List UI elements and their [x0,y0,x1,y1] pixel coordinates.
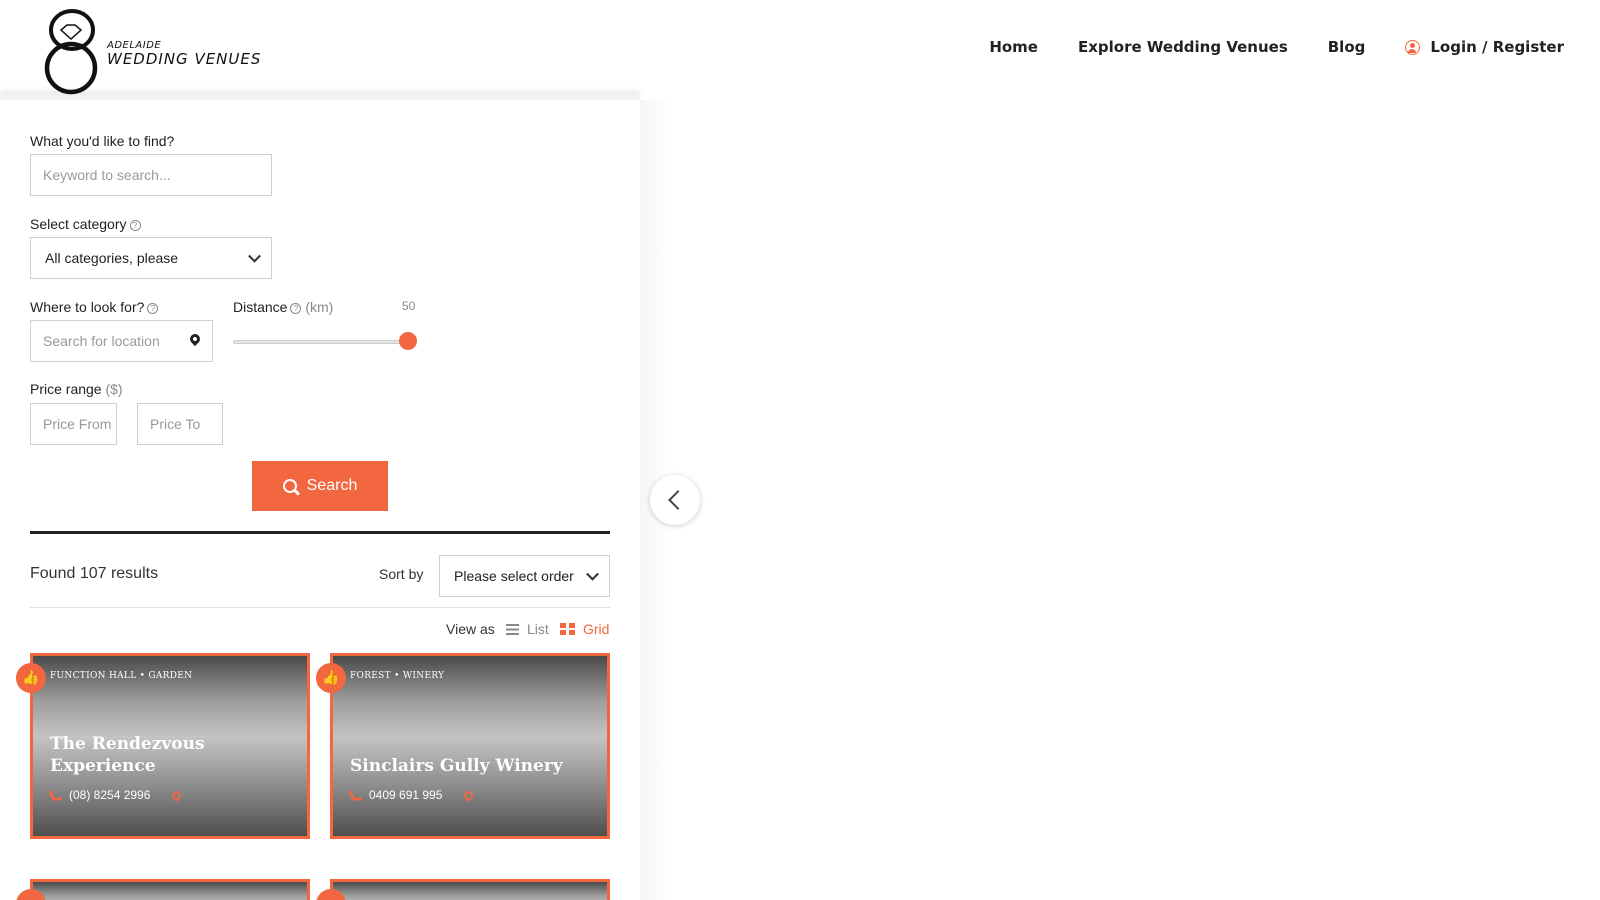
help-icon[interactable]: ? [290,303,302,314]
view-grid-label: Grid [583,621,610,637]
listing-categories: FUNCTION HALL • GARDEN [50,671,193,681]
listing-phone-number: (08) 8254 2996 [69,788,151,802]
listing-phone-number: 0409 691 995 [369,788,443,802]
divider [30,531,610,534]
listing-card[interactable] [30,879,310,900]
distance-value: 50 [402,299,416,313]
price-to-placeholder: Price To [150,416,201,432]
listing-categories: FOREST • WINERY [350,671,445,681]
listing-phone[interactable]: (08) 8254 2996 [49,788,184,802]
keyword-placeholder: Keyword to search... [43,167,171,183]
map-pin-icon[interactable] [462,788,476,802]
phone-icon [349,788,362,802]
distance-slider[interactable] [233,340,408,344]
price-unit: ($) [105,381,123,397]
thumbs-up-icon[interactable]: 👍 [316,663,346,693]
sort-select[interactable]: Please select order [439,555,610,597]
search-icon [282,479,297,493]
nav-login-register[interactable]: Login / Register [1405,38,1564,56]
collapse-panel-button[interactable] [650,475,700,525]
listing-card[interactable]: FUNCTION HALL • GARDEN The Rendezvous Ex… [30,653,310,839]
listing-title[interactable]: Sinclairs Gully Winery [350,755,600,777]
category-label: Select category? [30,216,141,232]
price-label: Price range ($) [30,381,123,397]
divider [30,607,610,608]
location-label: Where to look for?? [30,299,159,315]
sort-label: Sort by [379,566,424,582]
category-value: All categories, please [45,250,179,266]
login-label: Login / Register [1430,38,1564,56]
listing-title[interactable]: The Rendezvous Experience [50,733,300,777]
location-placeholder: Search for location [43,333,160,349]
help-icon[interactable]: ? [129,220,141,231]
price-to-input[interactable]: Price To [137,403,223,445]
keyword-input[interactable]: Keyword to search... [30,154,272,196]
thumbs-up-icon[interactable]: 👍 [16,663,46,693]
view-grid-toggle[interactable]: Grid [560,621,609,637]
category-select[interactable]: All categories, please [30,237,272,279]
view-list-label: List [527,621,549,637]
list-icon [506,623,519,635]
results-count: Found 107 results [30,565,159,582]
view-as-label: View as [446,621,495,637]
distance-label-text: Distance [233,299,288,315]
location-label-text: Where to look for? [30,299,145,315]
listing-card[interactable]: FOREST • WINERY Sinclairs Gully Winery 0… [330,653,610,839]
location-input[interactable]: Search for location [30,320,213,362]
nav-explore-venues[interactable]: Explore Wedding Venues [1078,38,1288,56]
grid-icon [560,623,575,635]
map-pin-icon[interactable] [170,788,184,802]
distance-label: Distance? (km) [233,299,333,315]
distance-slider-handle[interactable] [399,332,417,350]
location-pin-icon[interactable] [187,331,203,347]
map-area[interactable] [640,100,1600,900]
chevron-down-icon [586,567,599,581]
price-from-placeholder: Price From [43,416,112,432]
keyword-label: What you'd like to find? [30,133,175,149]
price-from-input[interactable]: Price From [30,403,117,445]
phone-icon [49,788,62,802]
distance-unit: (km) [305,299,334,315]
sort-value: Please select order [454,568,574,584]
category-label-text: Select category [30,216,127,232]
main-nav: Home Explore Wedding Venues Blog Login /… [989,38,1564,56]
view-list-toggle[interactable]: List [506,621,549,637]
listing-card[interactable] [330,879,610,900]
nav-home[interactable]: Home [989,38,1038,56]
site-header: ADELAIDE WEDDING VENUES Home Explore Wed… [0,0,1600,100]
nav-blog[interactable]: Blog [1328,38,1366,56]
user-icon [1405,39,1421,55]
chevron-left-icon [668,490,688,510]
search-button[interactable]: Search [252,461,388,511]
search-button-label: Search [306,477,358,494]
brand-line-2: WEDDING VENUES [107,50,262,68]
listing-phone[interactable]: 0409 691 995 [349,788,476,802]
chevron-down-icon [248,249,261,263]
price-label-text: Price range [30,381,102,397]
help-icon[interactable]: ? [147,303,159,314]
